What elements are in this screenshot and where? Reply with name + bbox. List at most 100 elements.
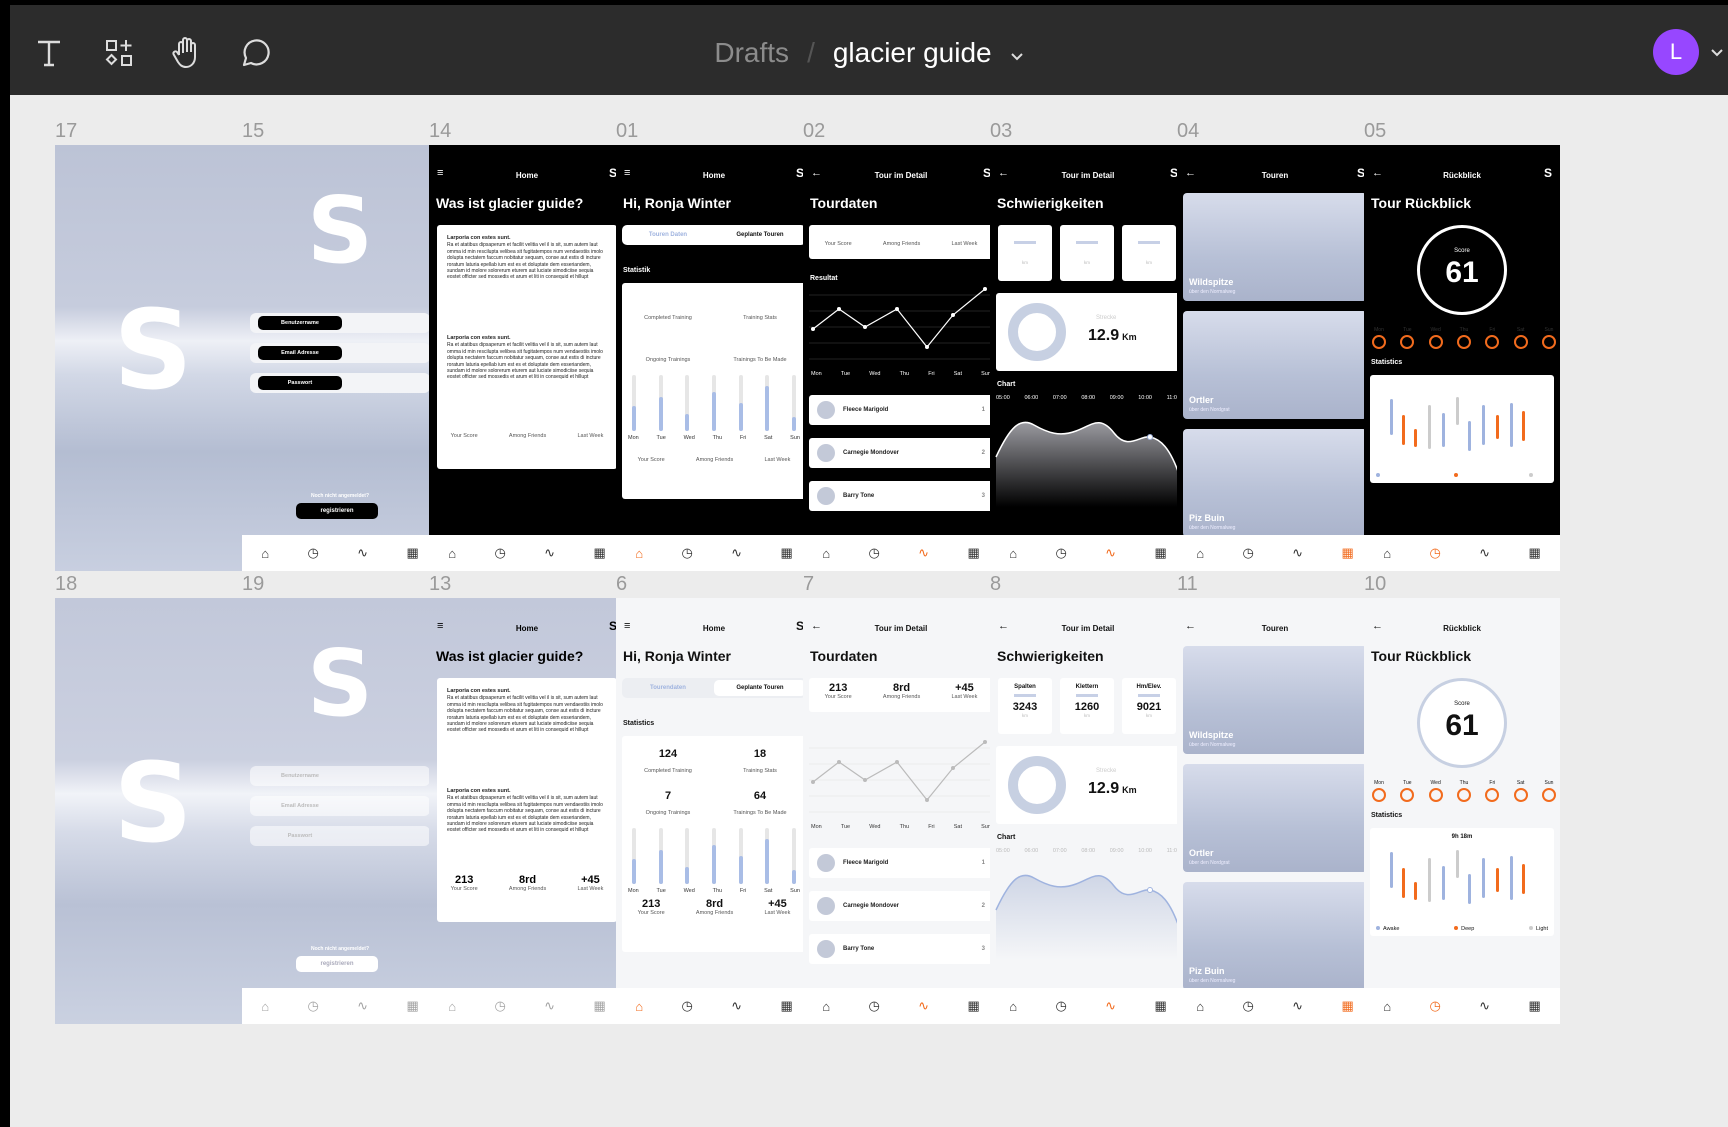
tab-planned-tours[interactable]: Geplante Touren: [714, 227, 806, 243]
app-screen-frame[interactable]: Home ≡ S Was ist glacier guide? Larporia con…: [429, 145, 625, 571]
clock-icon[interactable]: ◷: [868, 998, 879, 1014]
frame-label[interactable]: 01: [616, 120, 638, 143]
app-screen-frame[interactable]: Tour im Detail ← S Tourdaten 213 Your Score 8r…: [803, 145, 999, 571]
app-screen-frame[interactable]: S: [55, 145, 251, 571]
tab-tour-data[interactable]: Tourendaten: [622, 680, 714, 696]
file-name[interactable]: glacier guide: [833, 37, 992, 69]
back-arrow-icon[interactable]: ←: [998, 167, 1009, 179]
frame-label[interactable]: 13: [429, 573, 451, 596]
back-arrow-icon[interactable]: ←: [1372, 620, 1383, 632]
clock-icon[interactable]: ◷: [681, 545, 692, 561]
register-button[interactable]: registrieren: [296, 503, 378, 519]
menu-icon[interactable]: ≡: [624, 167, 630, 179]
activity-icon[interactable]: ∿: [1105, 545, 1116, 561]
calendar-icon[interactable]: ▦: [1528, 998, 1540, 1014]
home-icon[interactable]: ⌂: [635, 999, 643, 1014]
home-icon[interactable]: ⌂: [1196, 999, 1204, 1014]
tour-card[interactable]: Wildspitze über den Normalweg: [1183, 646, 1367, 754]
home-icon[interactable]: ⌂: [1196, 546, 1204, 561]
back-arrow-icon[interactable]: ←: [811, 620, 822, 632]
app-screen-frame[interactable]: Rückblick ← S Tour Rückblick Score 61 Mon Tue We…: [1364, 145, 1560, 571]
back-arrow-icon[interactable]: ←: [1372, 167, 1383, 179]
app-screen-frame[interactable]: Tour im Detail ← S Schwierigkeiten Spalten 32…: [990, 145, 1186, 571]
email-field[interactable]: Email Adresse: [250, 343, 430, 363]
home-icon[interactable]: ⌂: [1009, 999, 1017, 1014]
calendar-icon[interactable]: ▦: [1528, 545, 1540, 561]
calendar-icon[interactable]: ▦: [967, 545, 979, 561]
menu-icon[interactable]: ≡: [437, 620, 443, 632]
clock-icon[interactable]: ◷: [1055, 545, 1066, 561]
calendar-icon[interactable]: ▦: [593, 998, 605, 1014]
calendar-icon[interactable]: ▦: [1154, 998, 1166, 1014]
back-arrow-icon[interactable]: ←: [998, 620, 1009, 632]
tour-card[interactable]: Ortler über den Nordgrat: [1183, 311, 1367, 419]
frame-label[interactable]: 14: [429, 120, 451, 143]
user-field[interactable]: Benutzername: [250, 313, 430, 333]
leaderboard-row[interactable]: Carnegie Mondover 2: [809, 891, 993, 921]
user-field[interactable]: Benutzername: [250, 766, 430, 786]
app-screen-frame[interactable]: S Benutzername Email Adresse Passwort Noch n…: [242, 145, 438, 571]
activity-icon[interactable]: ∿: [357, 545, 368, 561]
frame-label[interactable]: 10: [1364, 573, 1386, 596]
clock-icon[interactable]: ◷: [868, 545, 879, 561]
app-screen-frame[interactable]: Home ≡ S Was ist glacier guide? Larporia con…: [429, 598, 625, 1024]
clock-icon[interactable]: ◷: [307, 998, 318, 1014]
clock-icon[interactable]: ◷: [1242, 545, 1253, 561]
back-arrow-icon[interactable]: ←: [811, 167, 822, 179]
home-icon[interactable]: ⌂: [1383, 999, 1391, 1014]
clock-icon[interactable]: ◷: [681, 998, 692, 1014]
home-icon[interactable]: ⌂: [261, 546, 269, 561]
activity-icon[interactable]: ∿: [1292, 998, 1303, 1014]
app-screen-frame[interactable]: Tour im Detail ← Schwierigkeiten Spalten 324…: [990, 598, 1186, 1024]
frame-label[interactable]: 6: [616, 573, 627, 596]
frame-label[interactable]: 18: [55, 573, 77, 596]
home-icon[interactable]: ⌂: [822, 546, 830, 561]
home-icon[interactable]: ⌂: [261, 999, 269, 1014]
clock-icon[interactable]: ◷: [1055, 998, 1066, 1014]
app-screen-frame[interactable]: Rückblick ← Tour Rückblick Score 61 Mon Tue Wed…: [1364, 598, 1560, 1024]
frame-label[interactable]: 15: [242, 120, 264, 143]
folder-link[interactable]: Drafts: [714, 37, 789, 69]
app-screen-frame[interactable]: Touren ← Wildspitze über den Normalweg Ortle…: [1177, 598, 1373, 1024]
activity-icon[interactable]: ∿: [918, 545, 929, 561]
clock-icon[interactable]: ◷: [494, 998, 505, 1014]
frame-label[interactable]: 8: [990, 573, 1001, 596]
back-arrow-icon[interactable]: ←: [1185, 167, 1196, 179]
frame-label[interactable]: 19: [242, 573, 264, 596]
app-screen-frame[interactable]: Touren ← S Wildspitze über den Normalweg Ortl…: [1177, 145, 1373, 571]
home-icon[interactable]: ⌂: [1383, 546, 1391, 561]
home-icon[interactable]: ⌂: [822, 999, 830, 1014]
home-icon[interactable]: ⌂: [448, 546, 456, 561]
app-screen-frame[interactable]: S: [55, 598, 251, 1024]
tour-tabs[interactable]: Tourendaten Geplante Touren: [622, 678, 806, 698]
menu-icon[interactable]: ≡: [437, 167, 443, 179]
app-screen-frame[interactable]: Home ≡ S Hi, Ronja Winter Tourendaten Geplant…: [616, 598, 812, 1024]
calendar-icon[interactable]: ▦: [967, 998, 979, 1014]
clock-icon[interactable]: ◷: [307, 545, 318, 561]
avatar[interactable]: L: [1653, 29, 1699, 75]
calendar-icon[interactable]: ▦: [406, 998, 418, 1014]
activity-icon[interactable]: ∿: [1292, 545, 1303, 561]
menu-icon[interactable]: ≡: [624, 620, 630, 632]
activity-icon[interactable]: ∿: [918, 998, 929, 1014]
frame-label[interactable]: 02: [803, 120, 825, 143]
activity-icon[interactable]: ∿: [544, 998, 555, 1014]
calendar-icon[interactable]: ▦: [780, 998, 792, 1014]
app-screen-frame[interactable]: S Benutzername Email Adresse Passwort Noch n…: [242, 598, 438, 1024]
leaderboard-row[interactable]: Barry Tone 3: [809, 481, 993, 511]
chevron-down-icon[interactable]: [1010, 37, 1024, 69]
tour-card[interactable]: Piz Buin über den Normalweg: [1183, 429, 1367, 537]
email-field[interactable]: Email Adresse: [250, 796, 430, 816]
calendar-icon[interactable]: ▦: [1154, 545, 1166, 561]
frame-label[interactable]: 7: [803, 573, 814, 596]
account-chevron-icon[interactable]: [1710, 45, 1724, 63]
frame-label[interactable]: 11: [1177, 573, 1198, 596]
home-icon[interactable]: ⌂: [635, 546, 643, 561]
password-field[interactable]: Passwort: [250, 826, 430, 846]
tour-card[interactable]: Wildspitze über den Normalweg: [1183, 193, 1367, 301]
clock-icon[interactable]: ◷: [1429, 545, 1440, 561]
leaderboard-row[interactable]: Carnegie Mondover 2: [809, 438, 993, 468]
home-icon[interactable]: ⌂: [1009, 546, 1017, 561]
leaderboard-row[interactable]: Fleece Marigold 1: [809, 395, 993, 425]
calendar-icon[interactable]: ▦: [780, 545, 792, 561]
